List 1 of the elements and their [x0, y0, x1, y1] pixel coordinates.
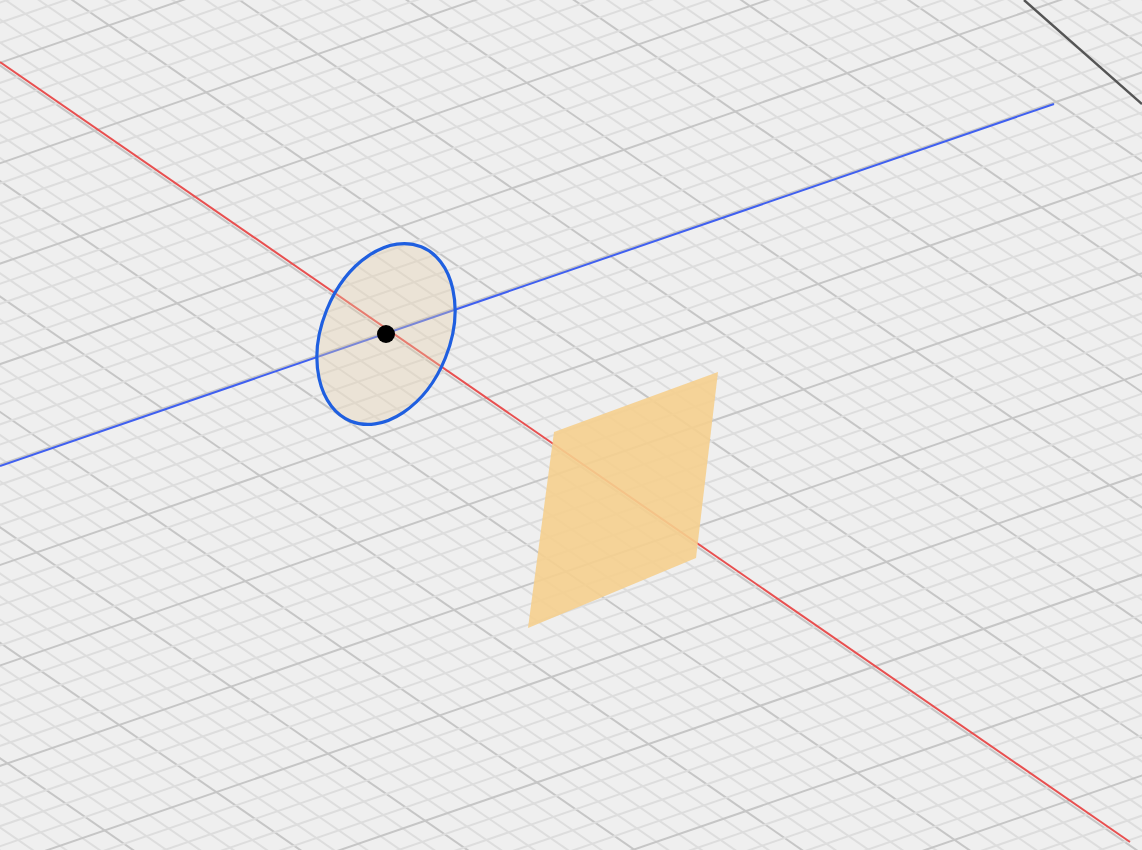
disc-drawing[interactable] [315, 242, 457, 426]
